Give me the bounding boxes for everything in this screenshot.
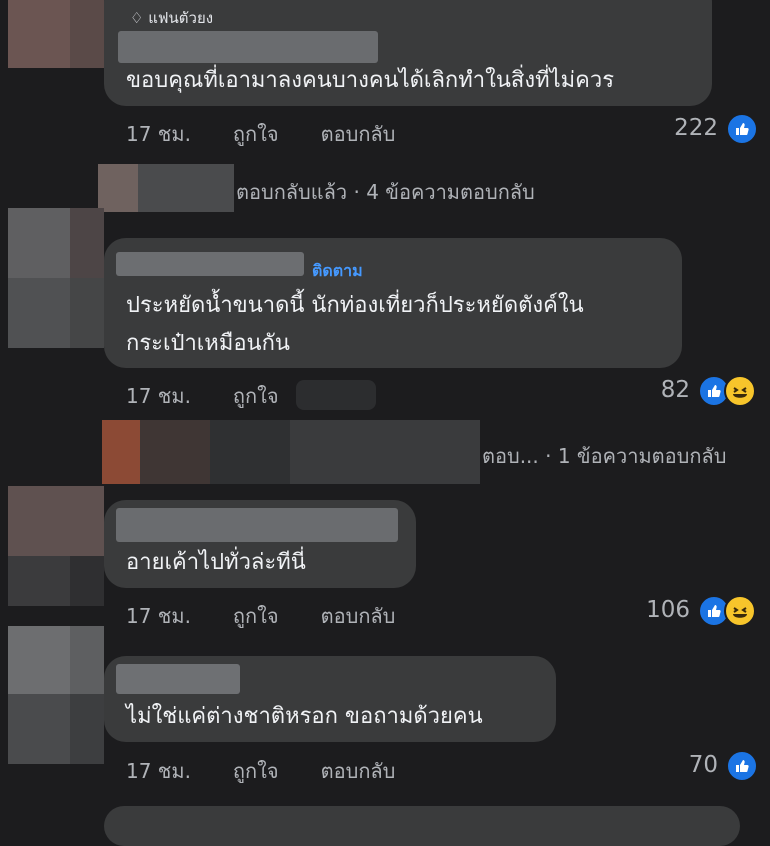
reply-button[interactable]: ตอบกลับ — [321, 122, 396, 146]
reply-button[interactable]: ตอบกลับ — [321, 759, 396, 783]
reply-avatar[interactable] — [98, 164, 234, 212]
comment-time[interactable]: 17 ชม. — [126, 604, 191, 628]
commenter-name[interactable] — [116, 252, 304, 276]
avatar[interactable] — [8, 208, 104, 348]
reaction-count[interactable]: 222 — [674, 115, 718, 141]
like-icon[interactable] — [726, 113, 758, 145]
comment-text: ประหยัดน้ำขนาดนี้ นักท่องเที่ยวก็ประหยัด… — [126, 293, 584, 318]
haha-icon[interactable] — [724, 595, 756, 627]
like-button[interactable]: ถูกใจ — [233, 122, 279, 146]
avatar[interactable] — [8, 0, 104, 68]
badge-label: แฟนตัวยง — [148, 9, 214, 27]
reaction-count[interactable]: 106 — [646, 597, 690, 623]
comment-actions: 17 ชม. ถูกใจ — [126, 380, 321, 412]
comment-time[interactable]: 17 ชม. — [126, 384, 191, 408]
comment-actions: 17 ชม. ถูกใจ ตอบกลับ — [126, 118, 437, 150]
comment-actions: 17 ชม. ถูกใจ ตอบกลับ — [126, 755, 437, 787]
comment-text: ขอบคุณที่เอามาลงคนบางคนได้เลิกทำในสิ่งที… — [126, 68, 615, 93]
view-replies-link[interactable]: ตอบ... · 1 ข้อความตอบกลับ — [482, 440, 726, 472]
diamond-icon: ♢ — [130, 9, 144, 27]
like-icon[interactable] — [726, 750, 758, 782]
view-replies-link[interactable]: ตอบกลับแล้ว · 4 ข้อความตอบกลับ — [236, 176, 535, 208]
comment-text: กระเป๋าเหมือนกัน — [126, 331, 290, 356]
follow-button[interactable]: ติดตาม — [312, 259, 363, 284]
next-comment-bubble — [104, 806, 740, 846]
reaction-count[interactable]: 82 — [661, 377, 690, 403]
comment-time[interactable]: 17 ชม. — [126, 759, 191, 783]
reply-avatar[interactable] — [102, 420, 480, 484]
comment-text: อายเค้าไปทั่วล่ะทีนี่ — [126, 550, 306, 575]
comment-text: ไม่ใช่แค่ต่างชาติหรอก ขอถามด้วยคน — [126, 704, 483, 729]
reaction-count[interactable]: 70 — [689, 752, 718, 778]
like-button[interactable]: ถูกใจ — [233, 759, 279, 783]
avatar[interactable] — [8, 486, 104, 606]
like-button[interactable]: ถูกใจ — [233, 384, 279, 408]
comment-actions: 17 ชม. ถูกใจ ตอบกลับ — [126, 600, 437, 632]
commenter-name[interactable] — [116, 664, 240, 694]
reply-button[interactable]: ตอบกลับ — [321, 604, 396, 628]
haha-icon[interactable] — [724, 375, 756, 407]
commenter-name[interactable] — [118, 31, 378, 63]
avatar[interactable] — [8, 626, 104, 764]
comment-time[interactable]: 17 ชม. — [126, 122, 191, 146]
top-fan-badge: ♢ แฟนตัวยง — [130, 6, 213, 30]
like-button[interactable]: ถูกใจ — [233, 604, 279, 628]
redacted-reply-button[interactable] — [296, 380, 376, 410]
commenter-name[interactable] — [116, 508, 398, 542]
